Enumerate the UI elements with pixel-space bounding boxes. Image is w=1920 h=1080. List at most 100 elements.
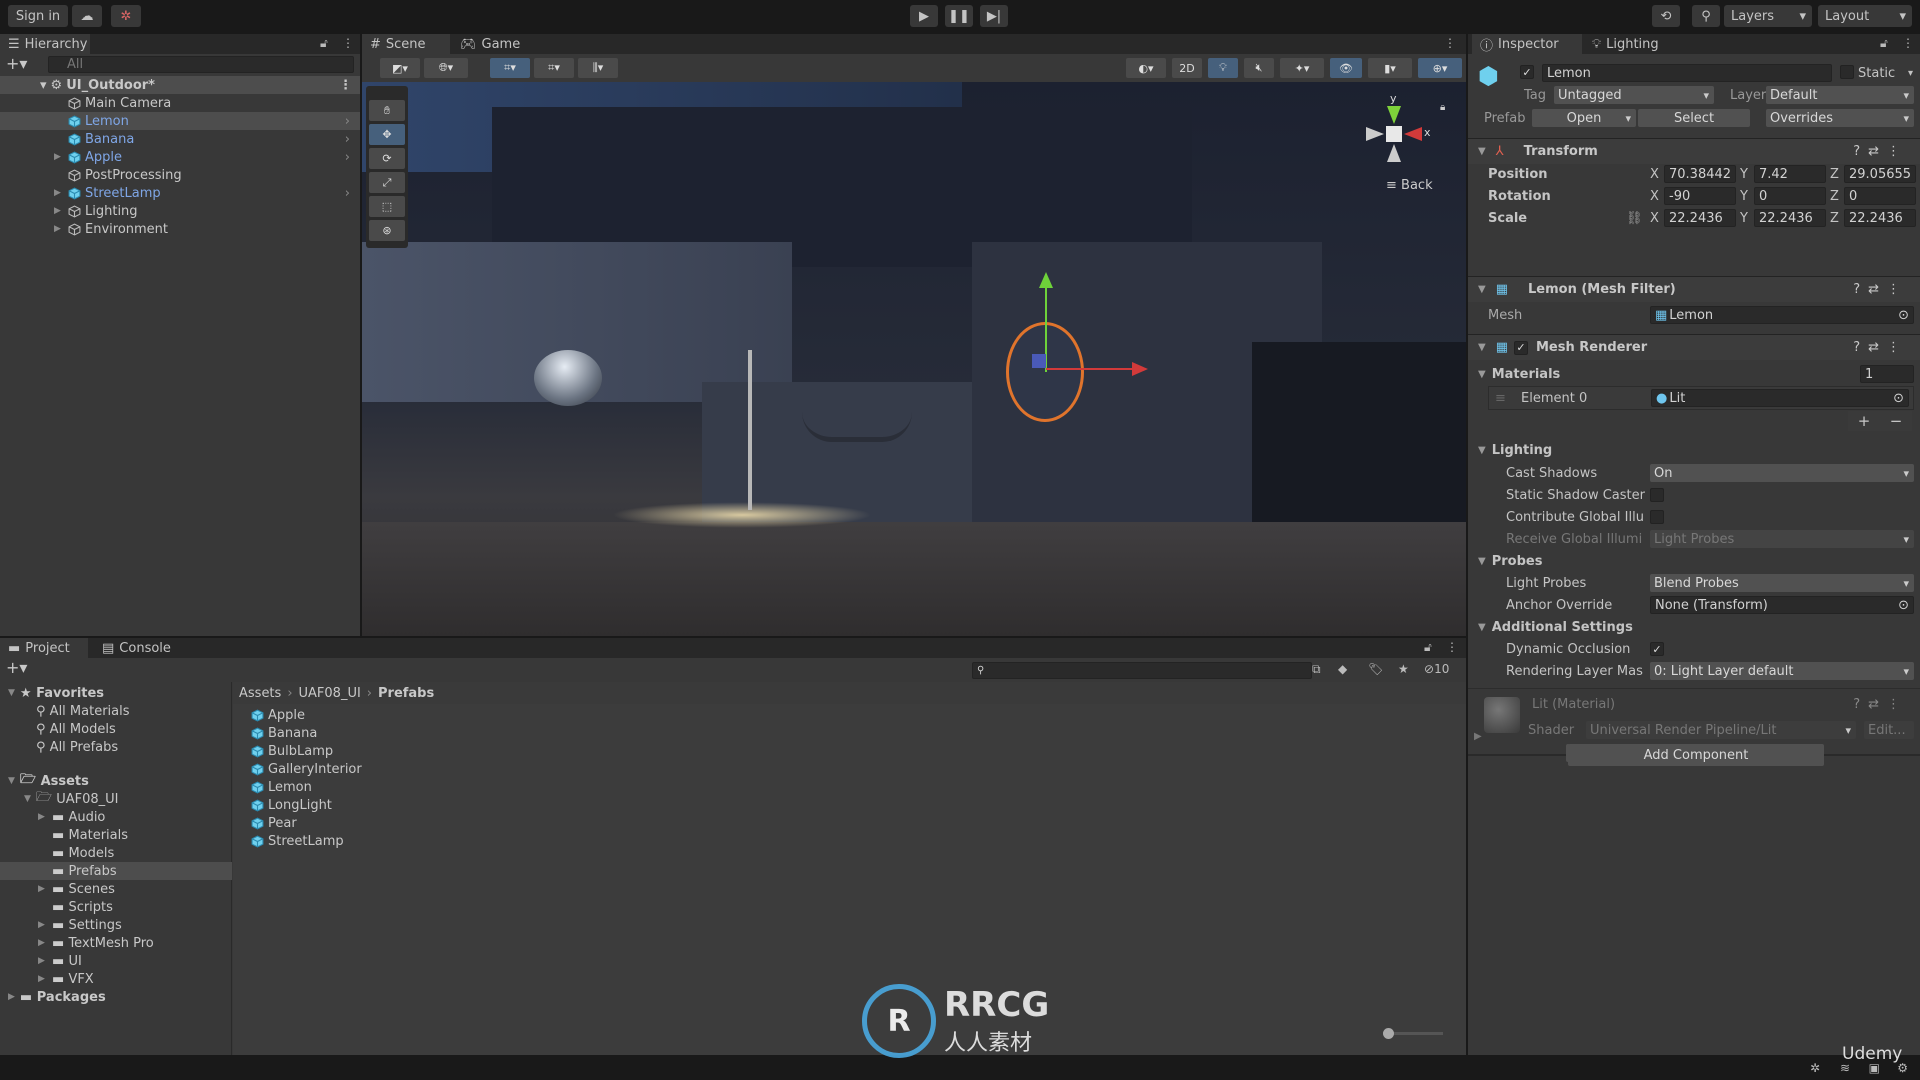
pause-icon[interactable]: ❚❚ bbox=[945, 5, 973, 27]
anchor-object-field[interactable]: None (Transform) ⊙ bbox=[1650, 596, 1914, 614]
visibility-toggle-icon[interactable]: 👁︎ bbox=[1330, 58, 1362, 78]
add-component-button[interactable]: Add Component bbox=[1568, 744, 1824, 766]
hierarchy-item[interactable]: Main Camera bbox=[0, 94, 360, 112]
cast-shadows-dropdown[interactable]: On bbox=[1650, 464, 1914, 482]
hierarchy-item[interactable]: Lemon › bbox=[0, 112, 360, 130]
audio-toggle-icon[interactable]: 🔇︎ bbox=[1244, 58, 1274, 78]
axis-x-label[interactable]: X bbox=[1650, 187, 1659, 205]
folder-uaf08[interactable]: ▼ 🗁︎ UAF08_UI bbox=[24, 790, 118, 808]
expand-arrow-icon[interactable]: ▶ bbox=[54, 206, 61, 216]
materials-count-input[interactable]: 1 bbox=[1860, 365, 1914, 383]
lighting-toggle-icon[interactable]: 💡︎ bbox=[1208, 58, 1238, 78]
help-icon[interactable]: ? bbox=[1853, 697, 1868, 712]
scale-z-input[interactable]: 22.2436 bbox=[1844, 209, 1916, 227]
scene-root[interactable]: ▾ ⚙ UI_Outdoor* ⋮ bbox=[0, 76, 360, 94]
folder-item[interactable]: ▬ Prefabs bbox=[0, 862, 232, 880]
scene-viewport[interactable]: ✋︎ ✥ ⟳ ⤢ ⬚ ⊛ y x 🔒︎ ≡ Back bbox=[362, 82, 1466, 636]
axis-y-label[interactable]: Y bbox=[1740, 165, 1748, 183]
create-button[interactable]: +▾ bbox=[6, 658, 27, 677]
align-dropdown[interactable]: ⫼▾ bbox=[578, 58, 618, 78]
expand-arrow-icon[interactable]: ▶ bbox=[54, 152, 61, 162]
expand-arrow-icon[interactable]: ▶ bbox=[38, 812, 52, 822]
move-gizmo-x[interactable] bbox=[1046, 368, 1136, 370]
rendering-layer-dropdown[interactable]: 0: Light Layer default bbox=[1650, 662, 1914, 680]
tab-lighting[interactable]: 💡︎ Lighting bbox=[1584, 34, 1667, 54]
collapse-arrow-icon[interactable]: ▼ bbox=[1478, 146, 1486, 157]
expand-arrow-icon[interactable]: ▶ bbox=[38, 938, 52, 948]
more-icon[interactable]: ⋮ bbox=[1902, 36, 1914, 50]
move-tool[interactable]: ✥ bbox=[369, 124, 405, 145]
lock-icon[interactable]: 🔓︎ bbox=[1880, 36, 1888, 51]
grid-snap-toggle[interactable]: ⌗▾ bbox=[490, 58, 530, 78]
axis-y-label[interactable]: Y bbox=[1740, 187, 1748, 205]
more-icon[interactable]: ⋮ bbox=[1887, 340, 1908, 355]
axis-center-cube[interactable] bbox=[1386, 126, 1402, 142]
project-search-input[interactable]: ⚲ bbox=[972, 662, 1312, 679]
move-gizmo-y-arrow[interactable] bbox=[1039, 272, 1053, 288]
hierarchy-item[interactable]: ▶ Lighting bbox=[0, 202, 360, 220]
packages-foldout[interactable]: ▶ ▬ Packages bbox=[8, 988, 106, 1006]
hierarchy-item[interactable]: Banana › bbox=[0, 130, 360, 148]
component-actions[interactable]: ?⇄⋮ bbox=[1853, 282, 1908, 297]
layer-dropdown[interactable]: Default bbox=[1766, 86, 1914, 104]
prefab-file-item[interactable]: Apple bbox=[251, 706, 305, 724]
bug-icon[interactable]: ✲ bbox=[1810, 1061, 1820, 1075]
collab-icon[interactable]: ✲ bbox=[111, 5, 141, 27]
search-by-type-icon[interactable]: ⧉ bbox=[1312, 662, 1321, 677]
help-icon[interactable]: ? bbox=[1853, 282, 1868, 297]
camera-dropdown[interactable]: ▮▾ bbox=[1368, 58, 1412, 78]
constrain-proportions-icon[interactable]: ⛓︎ bbox=[1626, 209, 1643, 227]
transform-header[interactable]: ▼ ⅄ Transform ?⇄⋮ bbox=[1468, 138, 1920, 164]
play-icon[interactable]: ▶ bbox=[910, 5, 938, 27]
global-dropdown[interactable]: 🌐︎▾ bbox=[424, 58, 468, 78]
breadcrumb-uaf08[interactable]: UAF08_UI bbox=[299, 686, 361, 701]
orientation-gizmo[interactable]: y x 🔒︎ ≡ Back bbox=[1352, 92, 1462, 212]
folder-item[interactable]: ▬ Models bbox=[0, 844, 232, 862]
rotation-y-input[interactable]: 0 bbox=[1754, 187, 1826, 205]
folder-item[interactable]: ▶ ▬ TextMesh Pro bbox=[0, 934, 232, 952]
scale-tool[interactable]: ⤢ bbox=[369, 172, 405, 193]
folder-item[interactable]: ▶ ▬ Scenes bbox=[0, 880, 232, 898]
search-icon[interactable]: ⚲ bbox=[1692, 5, 1720, 27]
folder-item[interactable]: ▶ ▬ UI bbox=[0, 952, 232, 970]
tab-hierarchy[interactable]: ☰ Hierarchy bbox=[0, 34, 90, 54]
shader-edit-button[interactable]: Edit... bbox=[1864, 721, 1914, 739]
component-actions[interactable]: ?⇄⋮ bbox=[1853, 144, 1908, 159]
expand-arrow-icon[interactable]: ▶ bbox=[38, 956, 52, 966]
object-picker-icon[interactable]: ⊙ bbox=[1898, 308, 1909, 323]
hierarchy-item[interactable]: ▶ Apple › bbox=[0, 148, 360, 166]
prefab-select-button[interactable]: Select bbox=[1638, 109, 1750, 127]
more-icon[interactable]: ⋮ bbox=[1887, 144, 1908, 159]
more-icon[interactable]: ⋮ bbox=[1887, 697, 1908, 712]
axis-neg-y-cone[interactable] bbox=[1387, 144, 1401, 162]
more-icon[interactable]: ⋮ bbox=[342, 36, 354, 50]
prefab-file-item[interactable]: Pear bbox=[251, 814, 297, 832]
favorite-item[interactable]: ⚲ All Materials bbox=[36, 702, 130, 720]
tag-dropdown[interactable]: Untagged bbox=[1554, 86, 1714, 104]
static-shadow-checkbox[interactable] bbox=[1650, 488, 1664, 502]
slider-handle[interactable] bbox=[1383, 1028, 1394, 1039]
folder-item[interactable]: ▶ ▬ Audio bbox=[0, 808, 232, 826]
lock-icon[interactable]: 🔓︎ bbox=[1424, 640, 1432, 655]
element0-material-field[interactable]: ● Lit ⊙ bbox=[1651, 389, 1909, 407]
breadcrumb-prefabs[interactable]: Prefabs bbox=[378, 686, 434, 701]
breadcrumb-assets[interactable]: Assets bbox=[239, 686, 281, 701]
prefab-file-item[interactable]: GalleryInterior bbox=[251, 760, 362, 778]
help-icon[interactable]: ? bbox=[1853, 340, 1868, 355]
contribute-gi-checkbox[interactable] bbox=[1650, 510, 1664, 524]
object-name-input[interactable]: Lemon bbox=[1542, 64, 1832, 82]
prefab-file-item[interactable]: BulbLamp bbox=[251, 742, 333, 760]
prefab-open-button[interactable]: Open bbox=[1532, 109, 1636, 127]
rotation-z-input[interactable]: 0 bbox=[1844, 187, 1916, 205]
label-tag-icon[interactable]: 🏷︎ bbox=[1368, 662, 1383, 676]
collapse-arrow-icon[interactable]: ▼ bbox=[1478, 342, 1486, 353]
transform-tool[interactable]: ⊛ bbox=[369, 220, 405, 241]
axis-x-label[interactable]: X bbox=[1650, 165, 1659, 183]
mesh-renderer-header[interactable]: ▼ ▦ ✓ Mesh Renderer ?⇄⋮ bbox=[1468, 334, 1920, 360]
streetlamp-object[interactable] bbox=[748, 350, 752, 510]
cloud-icon[interactable]: ☁ bbox=[72, 5, 102, 27]
draw-mode-dropdown[interactable]: ◩▾ bbox=[380, 58, 420, 78]
rotate-tool[interactable]: ⟳ bbox=[369, 148, 405, 169]
favorite-item[interactable]: ⚲ All Prefabs bbox=[36, 738, 118, 756]
axis-z-label[interactable]: Z bbox=[1830, 165, 1839, 183]
